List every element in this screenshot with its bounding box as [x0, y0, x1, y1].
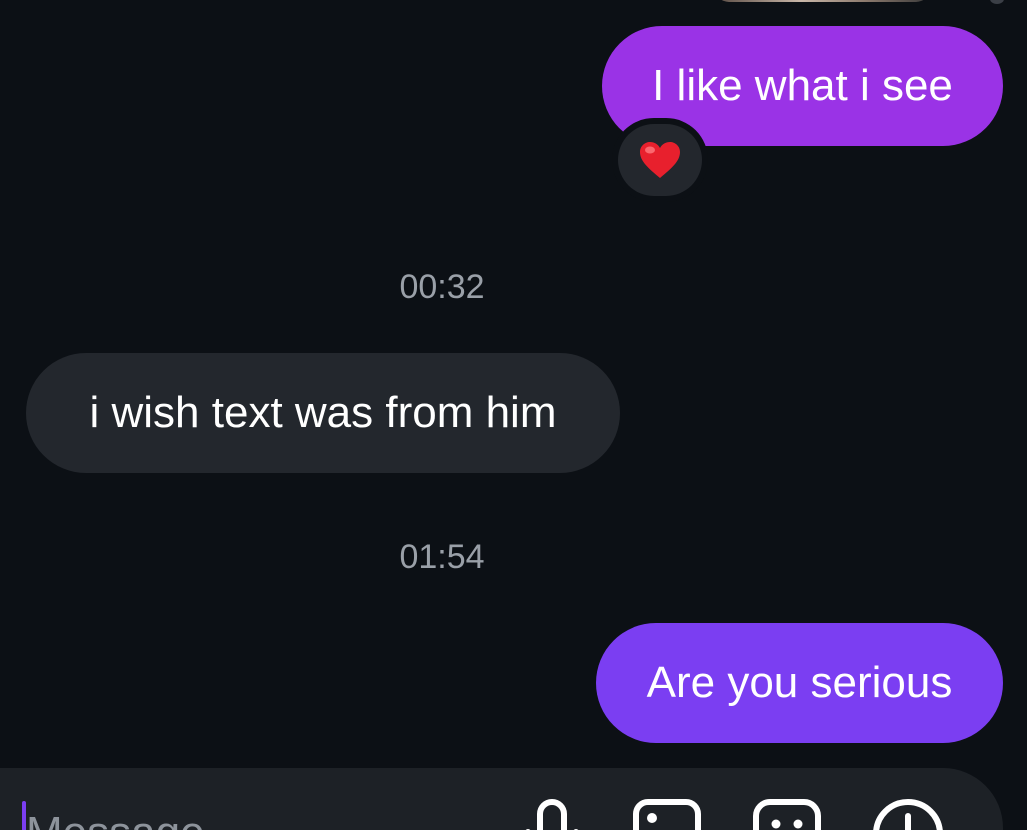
image-icon[interactable]: [632, 798, 702, 830]
shared-photo-thumbnail[interactable]: [715, 0, 930, 2]
message-input[interactable]: [26, 808, 426, 830]
outgoing-message-bubble[interactable]: Are you serious: [596, 623, 1003, 743]
chat-screen: I like what i see 00:32 i wish text was …: [0, 0, 1027, 830]
message-timestamp: 00:32: [399, 268, 485, 306]
reaction-badge[interactable]: [612, 118, 708, 202]
message-timestamp: 01:54: [399, 538, 485, 576]
heart-icon: [640, 142, 680, 178]
microphone-icon[interactable]: [522, 798, 582, 830]
message-text: Are you serious: [646, 658, 953, 707]
reaction-pill: [618, 124, 702, 196]
message-text: i wish text was from him: [89, 388, 557, 437]
more-icon[interactable]: [990, 0, 1004, 4]
incoming-message-bubble[interactable]: i wish text was from him: [26, 353, 620, 473]
message-text: I like what i see: [652, 61, 953, 110]
add-circle-icon[interactable]: [872, 798, 944, 830]
sticker-icon[interactable]: [752, 798, 822, 830]
message-composer: [0, 768, 1003, 830]
